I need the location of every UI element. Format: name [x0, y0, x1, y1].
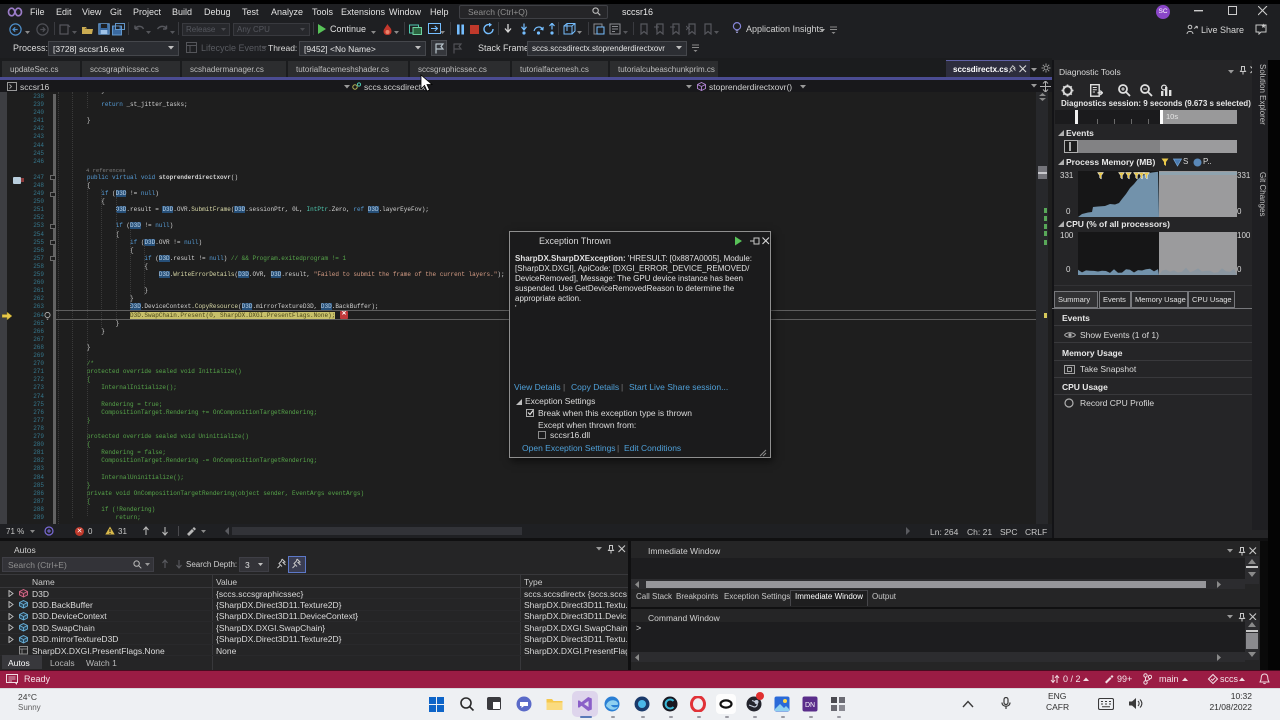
svg-text:DN: DN	[805, 702, 815, 709]
